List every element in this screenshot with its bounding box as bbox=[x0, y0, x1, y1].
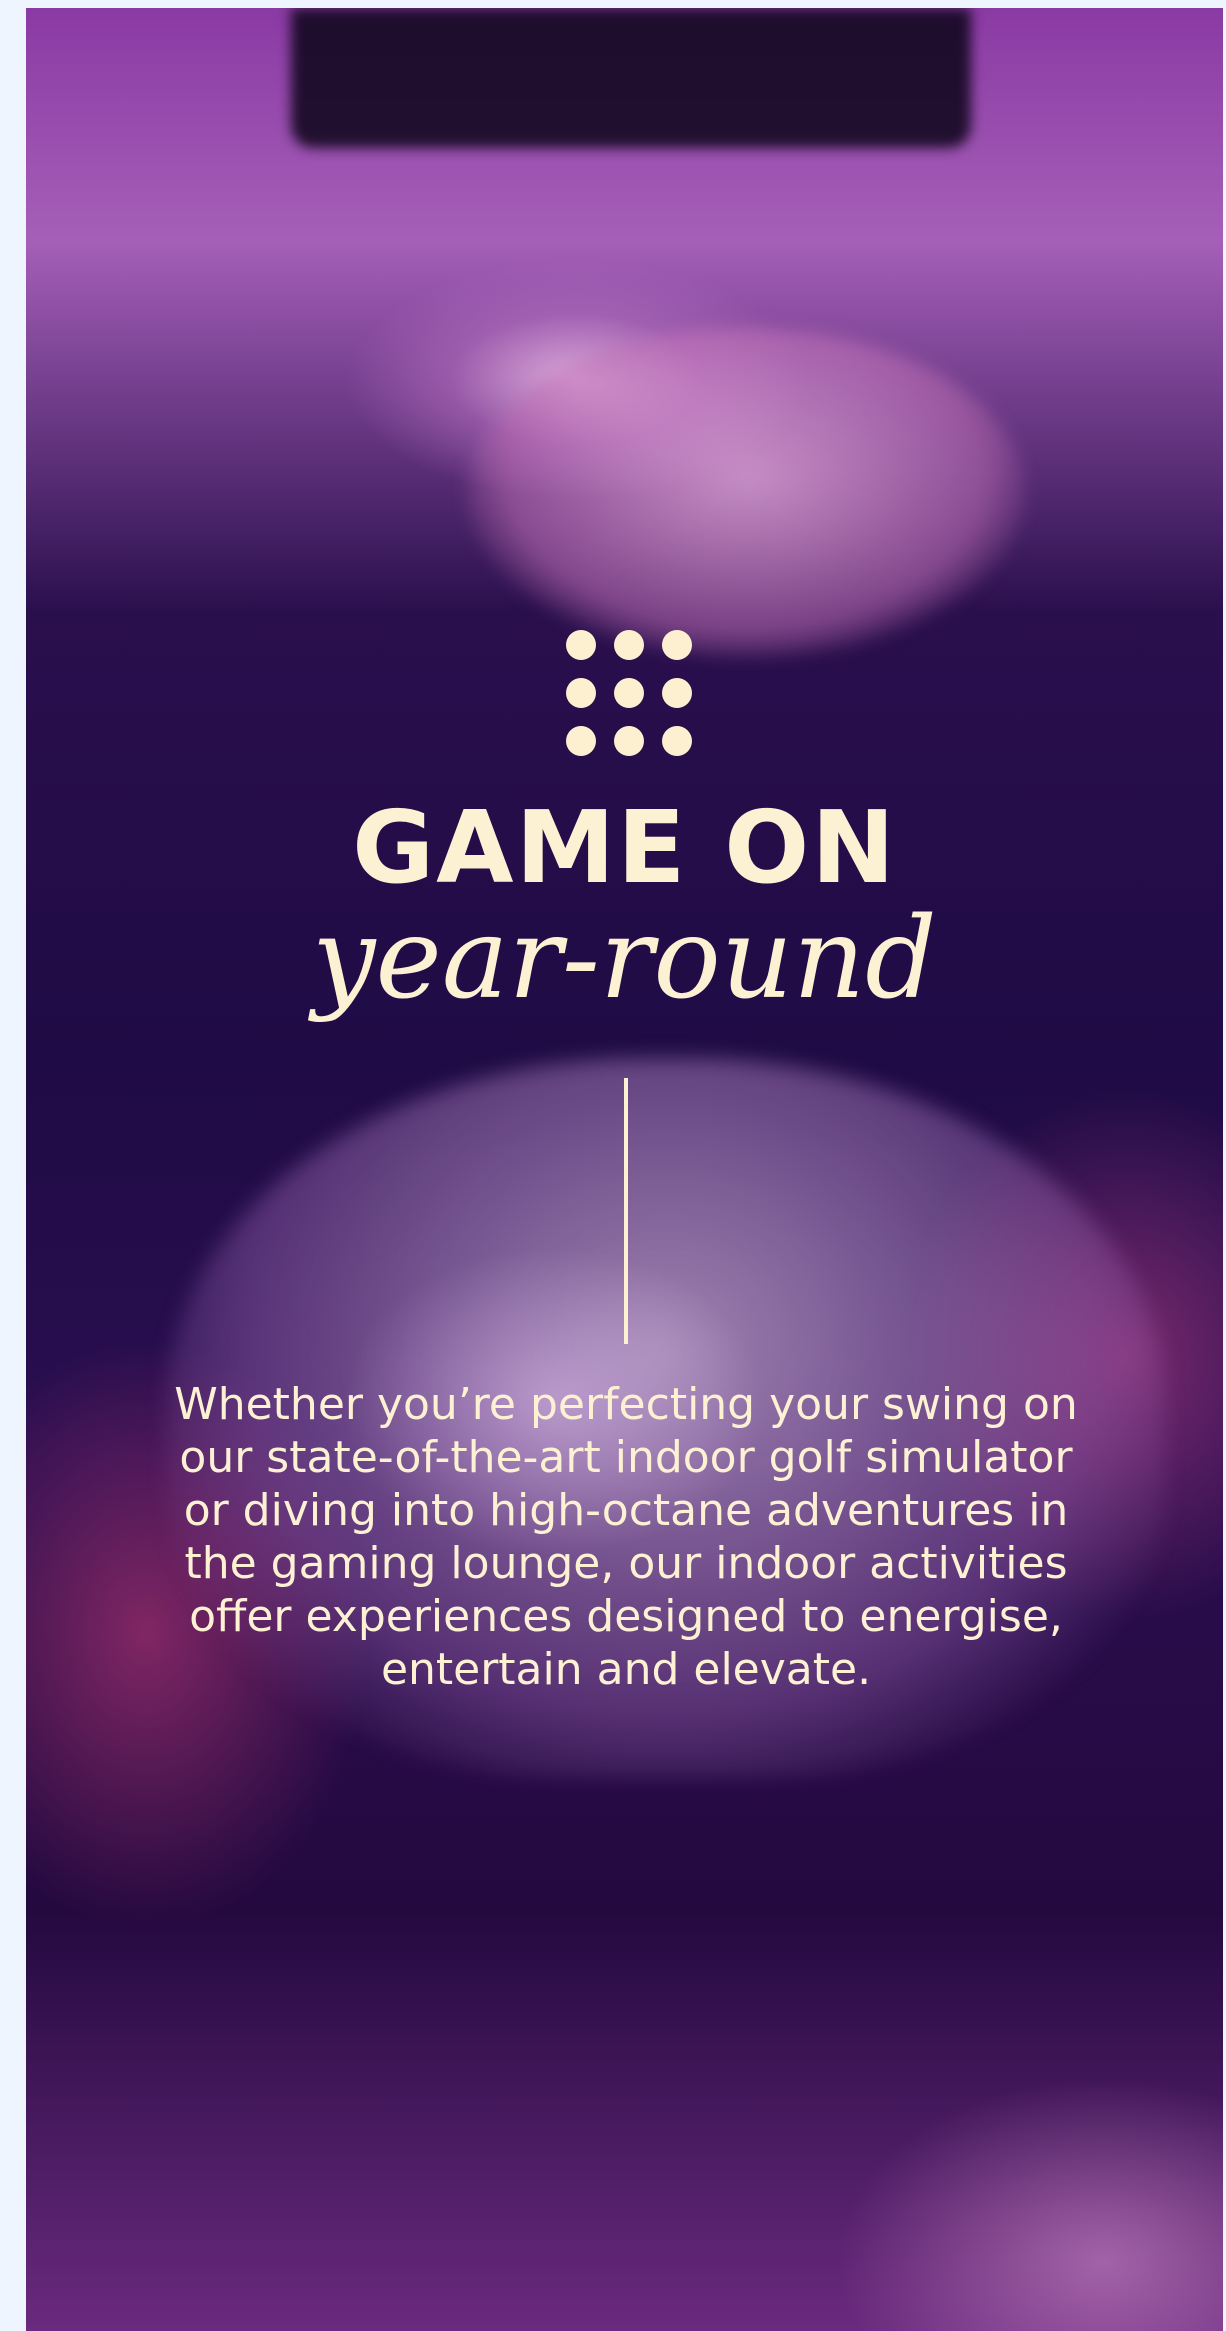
hero-description: Whether you’re perfecting your swing on … bbox=[174, 1379, 1078, 1695]
hero-title: GAME ON bbox=[352, 789, 897, 906]
dot bbox=[566, 678, 596, 708]
dot bbox=[614, 630, 644, 660]
hero-section: GAME ON year-round Whether you’re perfec… bbox=[26, 8, 1223, 2331]
dot bbox=[614, 726, 644, 756]
dot bbox=[566, 630, 596, 660]
vertical-divider bbox=[624, 1078, 628, 1344]
dot bbox=[614, 678, 644, 708]
dot bbox=[566, 726, 596, 756]
nine-dot-grid-icon bbox=[566, 630, 692, 756]
hero-content: GAME ON year-round Whether you’re perfec… bbox=[26, 8, 1223, 2331]
dot bbox=[662, 726, 692, 756]
dot bbox=[662, 678, 692, 708]
dot bbox=[662, 630, 692, 660]
hero-subtitle: year-round bbox=[312, 894, 937, 1024]
